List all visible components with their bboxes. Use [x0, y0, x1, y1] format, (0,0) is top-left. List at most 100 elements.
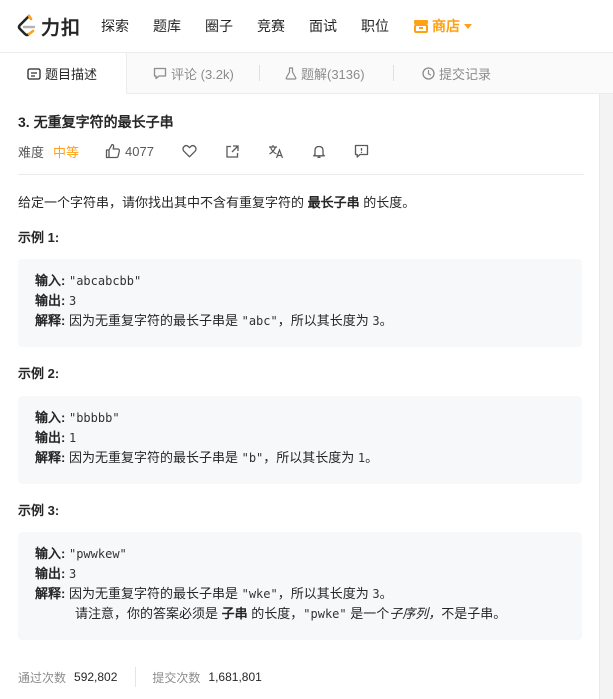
flask-icon: [285, 67, 297, 80]
leetcode-logo-icon: [17, 14, 36, 37]
difficulty-label: 难度: [18, 144, 45, 160]
problem-description: 给定一个字符串，请你找出其中不含有重复字符的 最长子串 的长度。: [18, 192, 415, 211]
nav-item-explore[interactable]: 探索: [101, 16, 129, 36]
leetcode-logo[interactable]: 力扣: [16, 0, 81, 52]
explain-code: "b": [241, 451, 264, 465]
output-label: 输出:: [35, 566, 66, 581]
note-text-mid: 的长度，: [247, 606, 304, 621]
feedback-icon: [354, 144, 369, 158]
note-emphasis: 子串: [221, 606, 248, 621]
note-text: 请注意，你的答案必须是: [75, 606, 222, 621]
output-label: 输出:: [35, 293, 66, 308]
explain-label: 解释:: [35, 450, 66, 465]
example-2-block: 输入: "bbbbb" 输出: 1 解释: 因为无重复字符的最长子串是 "b"，…: [18, 396, 582, 484]
tab-comments[interactable]: 评论 (3.2k): [127, 53, 259, 94]
explain-label: 解释:: [35, 313, 66, 328]
nav-item-store[interactable]: 商店: [413, 16, 473, 36]
explain-code: "abc": [241, 314, 278, 328]
top-navigation: 力扣 探索 题库 圈子 竞赛 面试 职位 商店: [0, 0, 613, 52]
example-3-output: 输出: 3: [35, 564, 565, 584]
output-label: 输出:: [35, 430, 66, 445]
like-count: 4077: [125, 143, 154, 159]
explain-code: "wke": [241, 587, 278, 601]
explain-text: 因为无重复字符的最长子串是: [68, 450, 242, 465]
share-icon: [226, 144, 239, 158]
scrollbar[interactable]: [599, 94, 613, 699]
example-1-heading: 示例 1:: [18, 230, 60, 245]
stats-divider: [135, 667, 137, 687]
description-text-end: 的长度。: [359, 195, 416, 210]
input-label: 输入:: [35, 546, 66, 561]
description-emphasis: 最长子串: [307, 195, 360, 210]
tab-submissions[interactable]: 提交记录: [394, 53, 524, 94]
submitted-count: 1,681,801: [208, 670, 262, 684]
example-1-explanation: 解释: 因为无重复字符的最长子串是 "abc"，所以其长度为 3。: [35, 311, 565, 331]
problem-tabs: 题目描述 评论 (3.2k) 题解(3136) 提交记录: [0, 52, 613, 94]
explain-text-mid: ，所以其长度为: [263, 450, 358, 465]
share-button[interactable]: [225, 144, 240, 159]
explain-text-end: 。: [365, 450, 379, 465]
heart-icon: [182, 144, 197, 158]
problem-title: 3. 无重复字符的最长子串: [18, 114, 174, 130]
note-text-end: 不是子串。: [441, 606, 507, 621]
explain-text-end: 。: [379, 313, 393, 328]
tab-submissions-label: 提交记录: [439, 67, 492, 82]
nav-item-interview[interactable]: 面试: [309, 16, 337, 36]
subscribe-button[interactable]: [312, 144, 326, 159]
store-label: 商店: [432, 18, 461, 34]
output-value: 3: [68, 294, 77, 308]
example-3-input: 输入: "pwwkew": [35, 544, 565, 564]
accepted-count: 592,802: [74, 670, 118, 684]
input-value: "pwwkew": [68, 547, 127, 561]
translate-button[interactable]: [268, 144, 284, 159]
chevron-down-icon: [464, 23, 473, 29]
thumbs-up-icon: [105, 143, 121, 159]
note-text-mid2: 是一个: [346, 606, 390, 621]
favorite-button[interactable]: [182, 144, 197, 158]
description-text: 给定一个字符串，请你找出其中不含有重复字符的: [18, 195, 308, 210]
nav-item-circle[interactable]: 圈子: [205, 16, 233, 36]
example-1-output: 输出: 3: [35, 291, 565, 311]
meta-divider: [18, 174, 584, 175]
bell-icon: [313, 145, 325, 158]
difficulty-badge: 中等: [53, 144, 80, 160]
note-code: "pwke": [303, 607, 347, 621]
submitted-label: 提交次数: [152, 670, 201, 685]
store-icon: [414, 20, 429, 33]
example-2-input: 输入: "bbbbb": [35, 408, 565, 428]
explain-text: 因为无重复字符的最长子串是: [68, 586, 242, 601]
tab-description[interactable]: 题目描述: [0, 53, 127, 94]
input-label: 输入:: [35, 273, 66, 288]
translate-icon: [268, 144, 284, 158]
explain-text-end: 。: [379, 586, 393, 601]
example-1-input: 输入: "abcabcbb": [35, 271, 565, 291]
example-2-explanation: 解释: 因为无重复字符的最长子串是 "b"，所以其长度为 1。: [35, 448, 565, 468]
like-button[interactable]: 4077: [105, 143, 154, 159]
input-value: "abcabcbb": [68, 274, 142, 288]
tab-description-label: 题目描述: [45, 67, 98, 82]
tab-solutions[interactable]: 题解(3136): [260, 53, 393, 94]
logo-text: 力扣: [41, 17, 82, 39]
nav-item-jobs[interactable]: 职位: [361, 16, 389, 36]
nav-item-problems[interactable]: 题库: [153, 16, 181, 36]
input-value: "bbbbb": [68, 411, 120, 425]
accepted-label: 通过次数: [18, 670, 67, 685]
explain-text-mid: ，所以其长度为: [277, 313, 373, 328]
submission-stats: 通过次数 592,802 提交次数 1,681,801: [18, 666, 262, 688]
description-icon: [27, 67, 41, 80]
example-3-explanation: 解释: 因为无重复字符的最长子串是 "wke"，所以其长度为 3。: [35, 584, 565, 604]
example-1-block: 输入: "abcabcbb" 输出: 3 解释: 因为无重复字符的最长子串是 "…: [18, 259, 582, 347]
tab-solutions-label: 题解(3136): [301, 67, 365, 82]
output-value: 1: [68, 431, 77, 445]
feedback-button[interactable]: [354, 144, 369, 159]
nav-item-contest[interactable]: 竞赛: [257, 16, 285, 36]
example-3-note: 请注意，你的答案必须是 子串 的长度，"pwke" 是一个子序列，不是子串。: [35, 604, 565, 624]
explain-number: 3: [372, 314, 380, 328]
example-2-heading: 示例 2:: [18, 366, 60, 381]
explain-text: 因为无重复字符的最长子串是: [68, 313, 242, 328]
clock-icon: [422, 67, 435, 80]
explain-number: 3: [372, 587, 380, 601]
example-3-heading: 示例 3:: [18, 503, 60, 518]
output-value: 3: [68, 567, 77, 581]
input-label: 输入:: [35, 410, 66, 425]
